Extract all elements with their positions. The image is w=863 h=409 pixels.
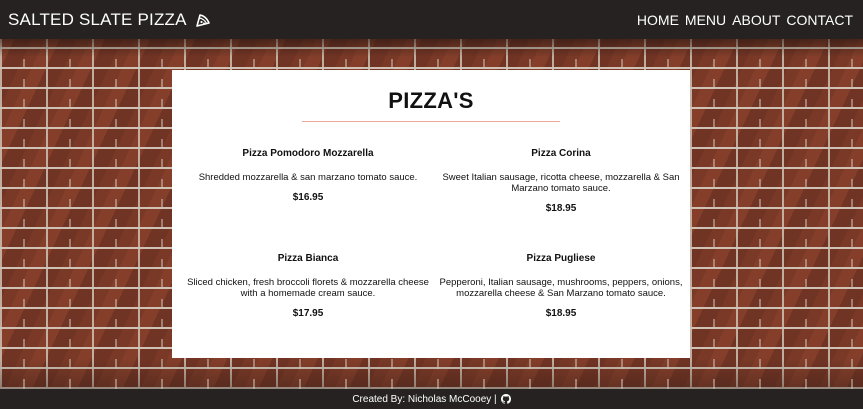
title-divider (302, 121, 560, 122)
menu-item-price: $18.95 (545, 203, 577, 214)
footer: Created By: Nicholas McCooey | (0, 389, 863, 409)
menu-item-name: Pizza Pugliese (526, 253, 596, 264)
brand-name[interactable]: SALTED SLATE PIZZA (8, 10, 187, 30)
pizza-slice-icon (195, 12, 211, 28)
nav-link-contact[interactable]: CONTACT (786, 12, 853, 28)
menu-item-price: $16.95 (292, 192, 324, 203)
nav-links: HOME MENU ABOUT CONTACT (631, 12, 853, 28)
navbar: SALTED SLATE PIZZA HOME MENU ABOUT CONTA… (0, 0, 863, 39)
brand-logo[interactable]: SALTED SLATE PIZZA (8, 10, 211, 30)
menu-title: PIZZA'S (388, 88, 474, 113)
menu-item-price: $18.95 (545, 308, 577, 319)
menu-item-description: Shredded mozzarella & san marzano tomato… (198, 172, 418, 183)
github-icon[interactable] (500, 394, 511, 404)
menu-item-description: Sweet Italian sausage, ricotta cheese, m… (442, 172, 680, 194)
menu-item-description: Sliced chicken, fresh broccoli florets &… (187, 277, 429, 299)
menu-item: Pizza Corina Sweet Italian sausage, rico… (439, 148, 683, 214)
nav-link-menu[interactable]: MENU (685, 12, 726, 28)
menu-item: Pizza Pugliese Pepperoni, Italian sausag… (439, 253, 683, 319)
nav-link-about[interactable]: ABOUT (732, 12, 780, 28)
menu-item-description: Pepperoni, Italian sausage, mushrooms, p… (439, 277, 683, 299)
menu-item: Pizza Pomodoro Mozzarella Shredded mozza… (186, 148, 430, 203)
menu-card: PIZZA'S Pizza Pomodoro Mozzarella Shredd… (172, 70, 690, 358)
menu-item-name: Pizza Pomodoro Mozzarella (242, 148, 374, 159)
menu-item: Pizza Bianca Sliced chicken, fresh brocc… (186, 253, 430, 319)
menu-item-price: $17.95 (292, 308, 324, 319)
footer-credit: Created By: Nicholas McCooey | (352, 393, 497, 405)
nav-link-home[interactable]: HOME (637, 12, 679, 28)
menu-item-name: Pizza Bianca (277, 253, 339, 264)
menu-item-name: Pizza Corina (531, 148, 591, 159)
